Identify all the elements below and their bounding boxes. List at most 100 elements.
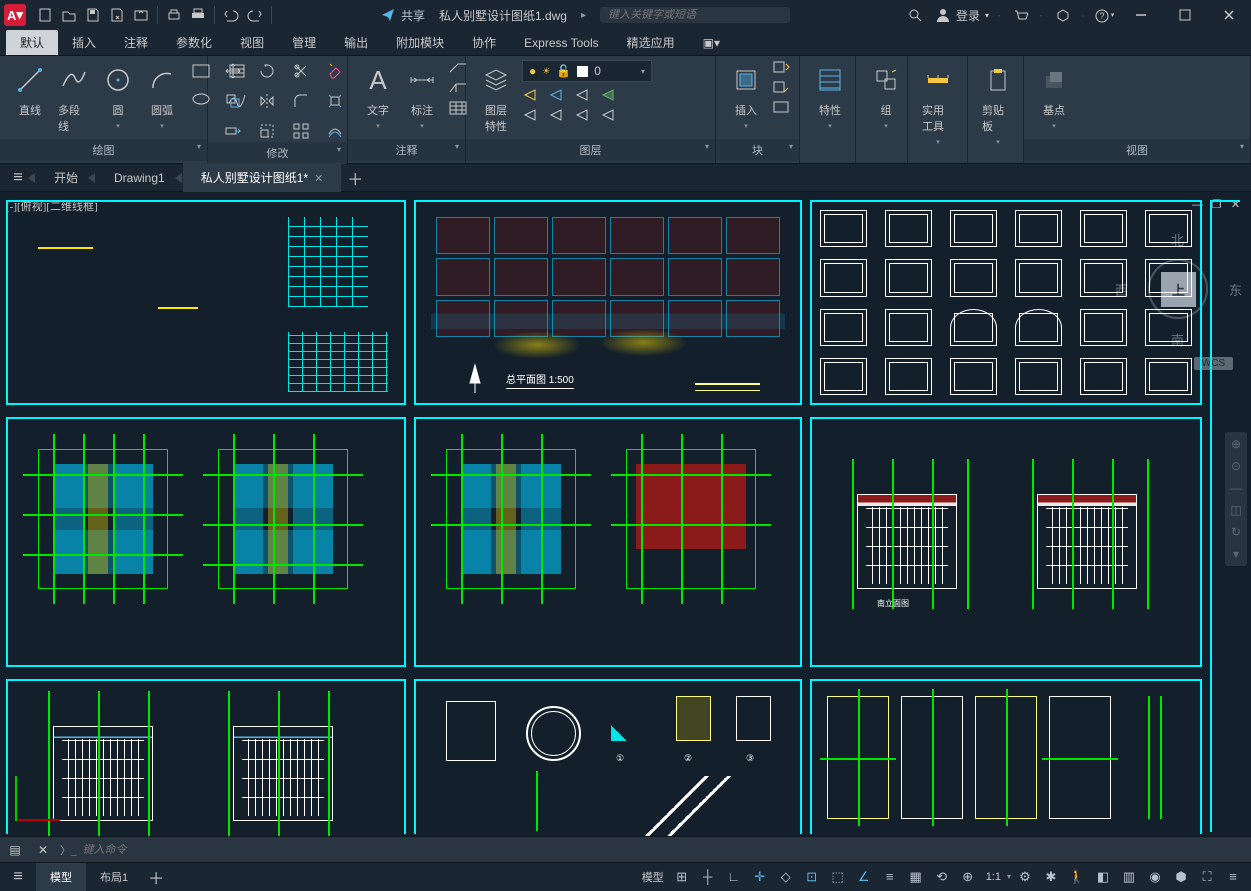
sb-snap-icon[interactable]: ┼ (696, 866, 720, 888)
tab-addins[interactable]: 附加模块 (382, 30, 458, 55)
command-input[interactable] (83, 844, 1248, 856)
panel-title-modify[interactable]: 修改 (208, 142, 347, 164)
layout-1[interactable]: 布局1 (86, 863, 142, 891)
mirror-icon[interactable] (254, 90, 280, 112)
panel-title-annotate[interactable]: 注释 (348, 139, 465, 161)
qat-undo-icon[interactable] (220, 4, 242, 26)
layer-freeze-icon[interactable] (548, 88, 564, 102)
sb-iso-icon[interactable]: ◇ (774, 866, 798, 888)
basepoint-button[interactable]: 基点▾ (1036, 60, 1072, 132)
ucs-icon[interactable] (15, 771, 65, 821)
layer-lock-icon[interactable] (574, 88, 590, 102)
maximize-button[interactable] (1167, 1, 1203, 29)
search-icon[interactable] (905, 4, 927, 26)
app-store-icon[interactable] (1051, 4, 1073, 26)
fillet-icon[interactable] (288, 90, 314, 112)
array-icon[interactable] (288, 120, 314, 142)
login-button[interactable]: 登录 ▾ (935, 7, 989, 24)
help-icon[interactable]: ?▾ (1093, 4, 1115, 26)
sb-annomonitor-icon[interactable]: ⊕ (956, 866, 980, 888)
table-icon[interactable] (448, 100, 468, 116)
minimize-button[interactable] (1123, 1, 1159, 29)
layer-iso-icon[interactable] (522, 108, 538, 122)
layer-thaw-icon[interactable] (574, 108, 590, 122)
line-button[interactable]: 直线 (12, 60, 48, 120)
sb-hardware-icon[interactable]: ⬢ (1169, 866, 1193, 888)
rotate-icon[interactable] (254, 60, 280, 82)
copy-icon[interactable] (220, 90, 246, 112)
layer-unlock-icon[interactable] (600, 108, 616, 122)
sb-isolate-icon[interactable]: ◉ (1143, 866, 1167, 888)
sb-cycling-icon[interactable]: ⟲ (930, 866, 954, 888)
filetab-villa[interactable]: 私人别墅设计图纸1*✕ (183, 163, 342, 192)
layout-menu-icon[interactable]: ≡ (0, 868, 36, 886)
share-button[interactable]: 共享 (380, 7, 425, 24)
clipboard-button[interactable]: 剪贴板▾ (980, 60, 1016, 148)
stretch-icon[interactable] (220, 120, 246, 142)
sb-grid-icon[interactable]: ⊞ (670, 866, 694, 888)
panel-title-block[interactable]: 块 (716, 139, 799, 161)
polyline-button[interactable]: 多段线 (56, 60, 92, 136)
layer-match-icon[interactable] (600, 88, 616, 102)
sb-model-label[interactable]: 模型 (638, 869, 668, 885)
sb-qprops-icon[interactable]: ▥ (1117, 866, 1141, 888)
qat-web-icon[interactable] (130, 4, 152, 26)
tab-overflow-icon[interactable]: ▣▾ (689, 32, 734, 54)
sb-ortho-icon[interactable]: ∟ (722, 866, 746, 888)
title-dropdown-icon[interactable]: ▸ (581, 10, 586, 21)
search-input[interactable] (608, 9, 782, 21)
qat-plot-icon[interactable] (163, 4, 185, 26)
sb-gear-icon[interactable]: ⚙ (1013, 866, 1037, 888)
qat-redo-icon[interactable] (244, 4, 266, 26)
scale-icon[interactable] (254, 120, 280, 142)
tab-manage[interactable]: 管理 (278, 30, 330, 55)
leader2-icon[interactable] (448, 80, 468, 94)
cmd-history-icon[interactable]: ▤ (4, 840, 26, 860)
dim-button[interactable]: 标注▾ (404, 60, 440, 132)
sb-transparency-icon[interactable]: ▦ (904, 866, 928, 888)
trim-icon[interactable] (288, 60, 314, 82)
sb-osnap-icon[interactable]: ⊡ (800, 866, 824, 888)
sb-customize-icon[interactable]: ≡ (1221, 866, 1245, 888)
attr-icon[interactable] (772, 100, 790, 114)
qat-new-icon[interactable] (34, 4, 56, 26)
qat-saveas-icon[interactable] (106, 4, 128, 26)
sb-polar-icon[interactable]: ✛ (748, 866, 772, 888)
group-button[interactable]: 组▾ (868, 60, 904, 132)
tab-default[interactable]: 默认 (6, 30, 58, 55)
tab-annotate[interactable]: 注释 (110, 30, 162, 55)
leader-icon[interactable] (448, 60, 468, 74)
panel-title-layers[interactable]: 图层 (466, 139, 715, 161)
sb-clean-icon[interactable]: ⛶ (1195, 866, 1219, 888)
panel-title-draw[interactable]: 绘图 (0, 139, 207, 161)
sb-units-icon[interactable]: ◧ (1091, 866, 1115, 888)
move-icon[interactable] (220, 60, 246, 82)
erase-icon[interactable] (322, 60, 348, 82)
offset-icon[interactable] (322, 120, 348, 142)
tab-collaborate[interactable]: 协作 (458, 30, 510, 55)
filetab-start[interactable]: 开始 (36, 163, 96, 192)
sb-annoscale-icon[interactable]: ✱ (1039, 866, 1063, 888)
properties-button[interactable]: 特性▾ (812, 60, 848, 132)
insert-button[interactable]: 插入▾ (728, 60, 764, 132)
app-menu-button[interactable]: A▾ (4, 4, 26, 26)
tab-insert[interactable]: 插入 (58, 30, 110, 55)
add-tab-button[interactable]: ＋ (341, 166, 369, 190)
tab-close-icon[interactable]: ✕ (314, 173, 323, 185)
utilities-button[interactable]: 实用工具▾ (920, 60, 956, 148)
circle-button[interactable]: 圆▾ (100, 60, 136, 132)
arc-button[interactable]: 圆弧▾ (144, 60, 180, 132)
add-layout-button[interactable]: ＋ (142, 865, 170, 889)
layer-dropdown[interactable]: ● ☀ 🔓 0 ▾ (522, 60, 652, 82)
panel-title-view[interactable]: 视图 (1024, 139, 1250, 161)
filetab-drawing1[interactable]: Drawing1 (96, 165, 183, 191)
layer-off-icon[interactable] (522, 88, 538, 102)
create-block-icon[interactable] (772, 60, 790, 74)
sb-3dosnap-icon[interactable]: ⬚ (826, 866, 850, 888)
cmd-close-icon[interactable]: ✕ (32, 840, 54, 860)
tab-parametric[interactable]: 参数化 (162, 30, 226, 55)
tab-output[interactable]: 输出 (330, 30, 382, 55)
sb-scale[interactable]: 1:1 (982, 871, 1005, 883)
tab-express[interactable]: Express Tools (510, 32, 612, 54)
layer-on-icon[interactable] (548, 108, 564, 122)
